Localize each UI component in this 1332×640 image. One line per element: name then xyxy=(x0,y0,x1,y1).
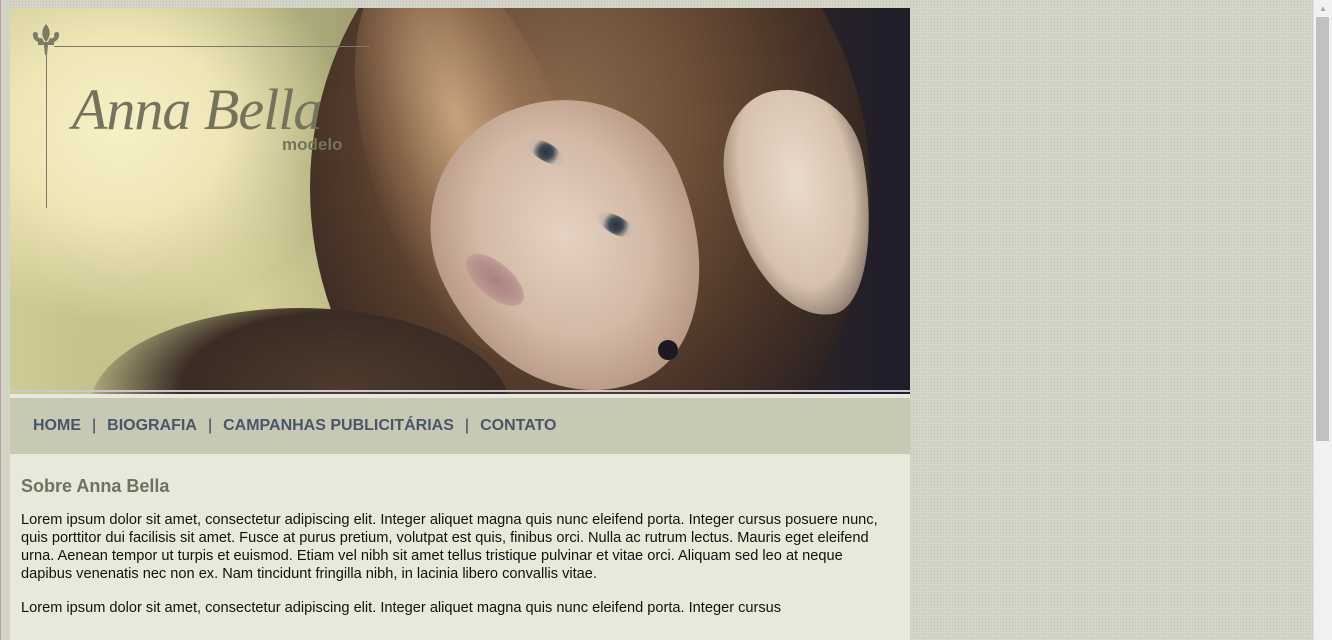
logo-horizontal-line xyxy=(54,46,370,47)
nav-biografia-link[interactable]: BIOGRAFIA xyxy=(107,417,197,435)
banner-photo-earring xyxy=(658,340,678,360)
nav-contato-link[interactable]: CONTATO xyxy=(480,417,556,435)
nav-separator: | xyxy=(464,417,470,434)
content-paragraph: Lorem ipsum dolor sit amet, consectetur … xyxy=(21,600,782,616)
nav-home-link[interactable]: HOME xyxy=(33,417,81,435)
logo-vertical-line xyxy=(46,54,47,208)
page-container: Anna Bella modelo HOME | BIOGRAFIA | CAM… xyxy=(10,8,910,640)
vertical-scrollbar[interactable]: ▲ xyxy=(1313,0,1332,640)
scroll-up-arrow-icon[interactable]: ▲ xyxy=(1314,0,1332,16)
left-edge xyxy=(0,0,10,640)
logo-name: Anna Bella xyxy=(72,77,322,142)
nav-campanhas-link[interactable]: CAMPANHAS PUBLICITÁRIAS xyxy=(223,417,454,435)
nav-separator: | xyxy=(92,417,97,434)
nav-separator: | xyxy=(207,417,213,434)
content-paragraph: Lorem ipsum dolor sit amet, consectetur … xyxy=(21,512,878,582)
header-banner: Anna Bella modelo xyxy=(10,8,910,394)
logo-subtitle: modelo xyxy=(282,135,343,154)
main-content: Sobre Anna Bella Lorem ipsum dolor sit a… xyxy=(21,476,881,633)
scrollbar-thumb[interactable] xyxy=(1316,17,1329,441)
section-heading: Sobre Anna Bella xyxy=(21,476,170,496)
fleur-de-lis-icon xyxy=(32,24,60,55)
banner-divider xyxy=(10,390,910,392)
main-nav: HOME | BIOGRAFIA | CAMPANHAS PUBLICITÁRI… xyxy=(10,398,910,454)
